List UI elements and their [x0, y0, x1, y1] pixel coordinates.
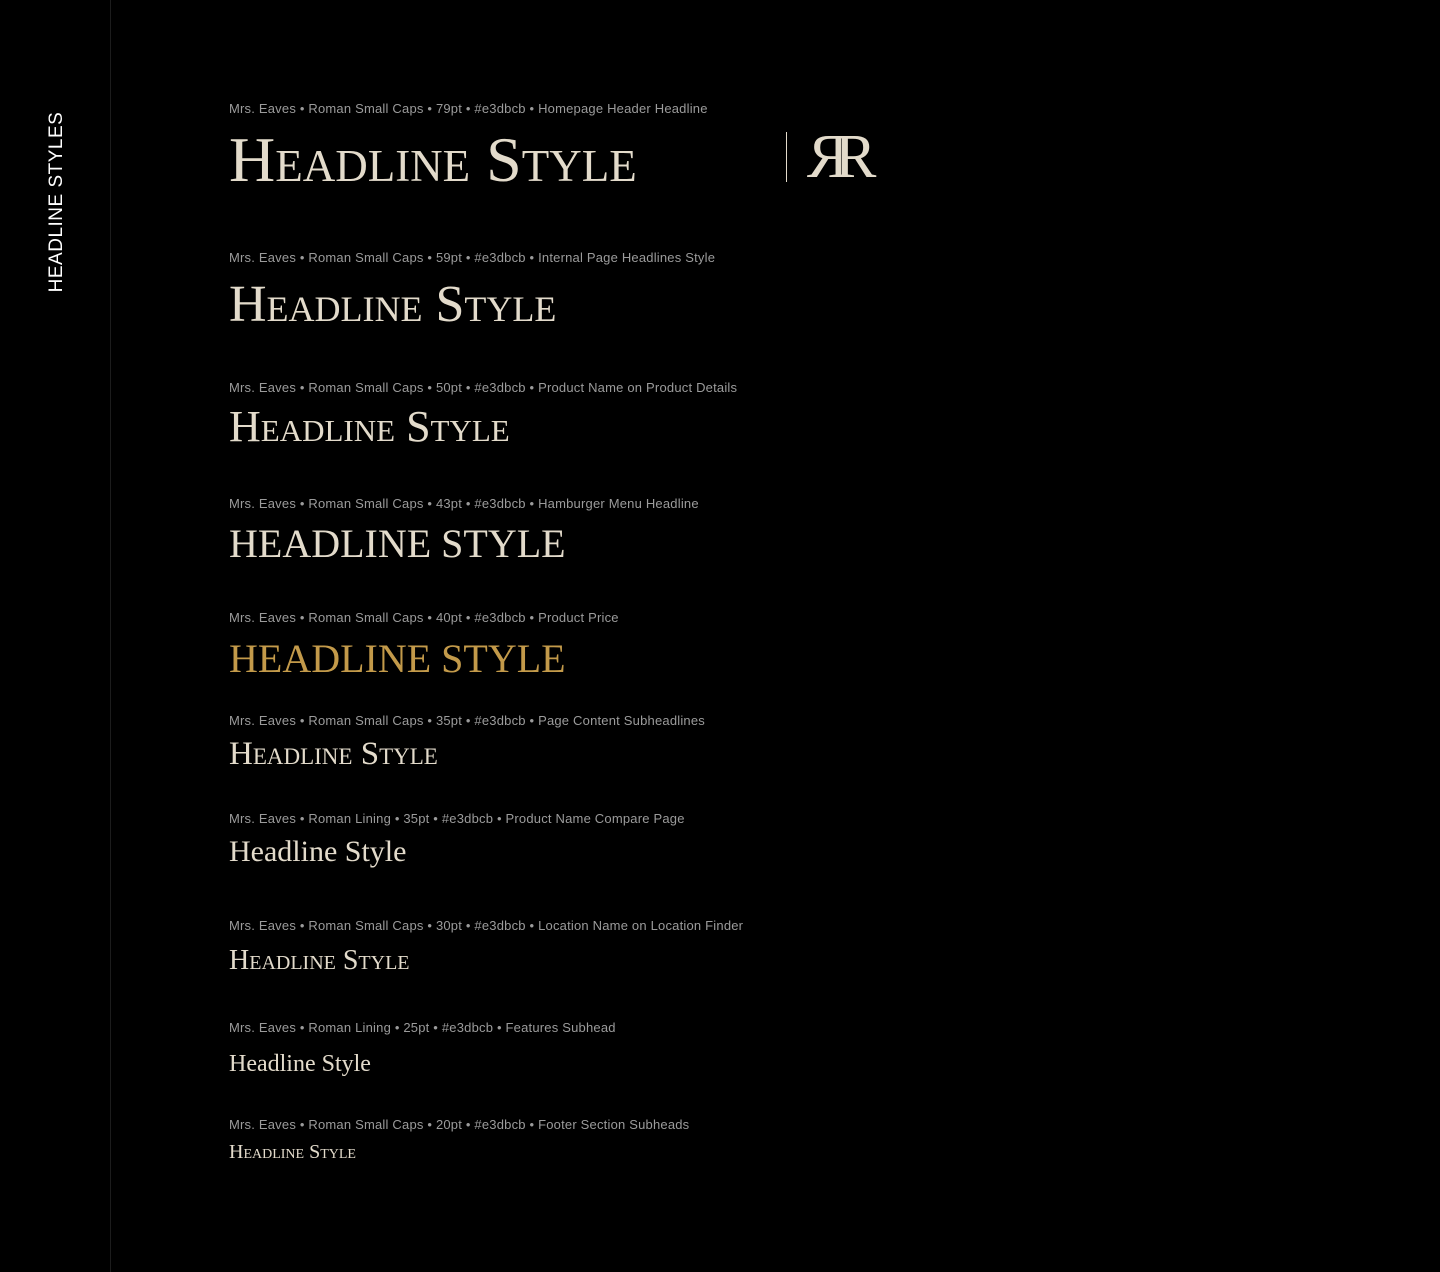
specimen-sample: Headline Style	[229, 1141, 356, 1163]
specimen-sample: Headline Style	[229, 945, 410, 976]
specimen-sample: Headline Style	[229, 736, 438, 772]
specimen-sample: Headline Style	[229, 835, 407, 868]
specimen-meta: Mrs. Eaves • Roman Lining • 25pt • #e3db…	[229, 1020, 616, 1035]
specimen-sample: Headline Style	[229, 124, 637, 195]
specimen-meta: Mrs. Eaves • Roman Small Caps • 79pt • #…	[229, 101, 708, 116]
specimen-meta: Mrs. Eaves • Roman Small Caps • 40pt • #…	[229, 610, 619, 625]
specimen-sample: Headline Style	[229, 402, 510, 451]
specimen-sample: Headline Style	[229, 276, 557, 333]
specimen-meta: Mrs. Eaves • Roman Lining • 35pt • #e3db…	[229, 811, 685, 826]
specimen-meta: Mrs. Eaves • Roman Small Caps • 59pt • #…	[229, 250, 716, 265]
specimen-sample: Headline Style	[229, 1051, 371, 1077]
specimen-sample-gold: HEADLINE STYLE	[229, 636, 566, 681]
sidebar: HEADLINE STYLES	[0, 0, 111, 1272]
specimen-sample: HEADLINE STYLE	[229, 521, 566, 566]
logo-divider	[786, 132, 787, 182]
rr-monogram-logo-icon: R R	[807, 123, 877, 191]
specimen-meta: Mrs. Eaves • Roman Small Caps • 30pt • #…	[229, 918, 744, 933]
specimen-meta: Mrs. Eaves • Roman Small Caps • 20pt • #…	[229, 1117, 690, 1132]
specimen-meta: Mrs. Eaves • Roman Small Caps • 35pt • #…	[229, 713, 705, 728]
logo-group: R R	[786, 123, 879, 191]
specimen-meta: Mrs. Eaves • Roman Small Caps • 50pt • #…	[229, 380, 738, 395]
specimen-meta: Mrs. Eaves • Roman Small Caps • 43pt • #…	[229, 496, 699, 511]
sidebar-title: HEADLINE STYLES	[46, 111, 67, 293]
